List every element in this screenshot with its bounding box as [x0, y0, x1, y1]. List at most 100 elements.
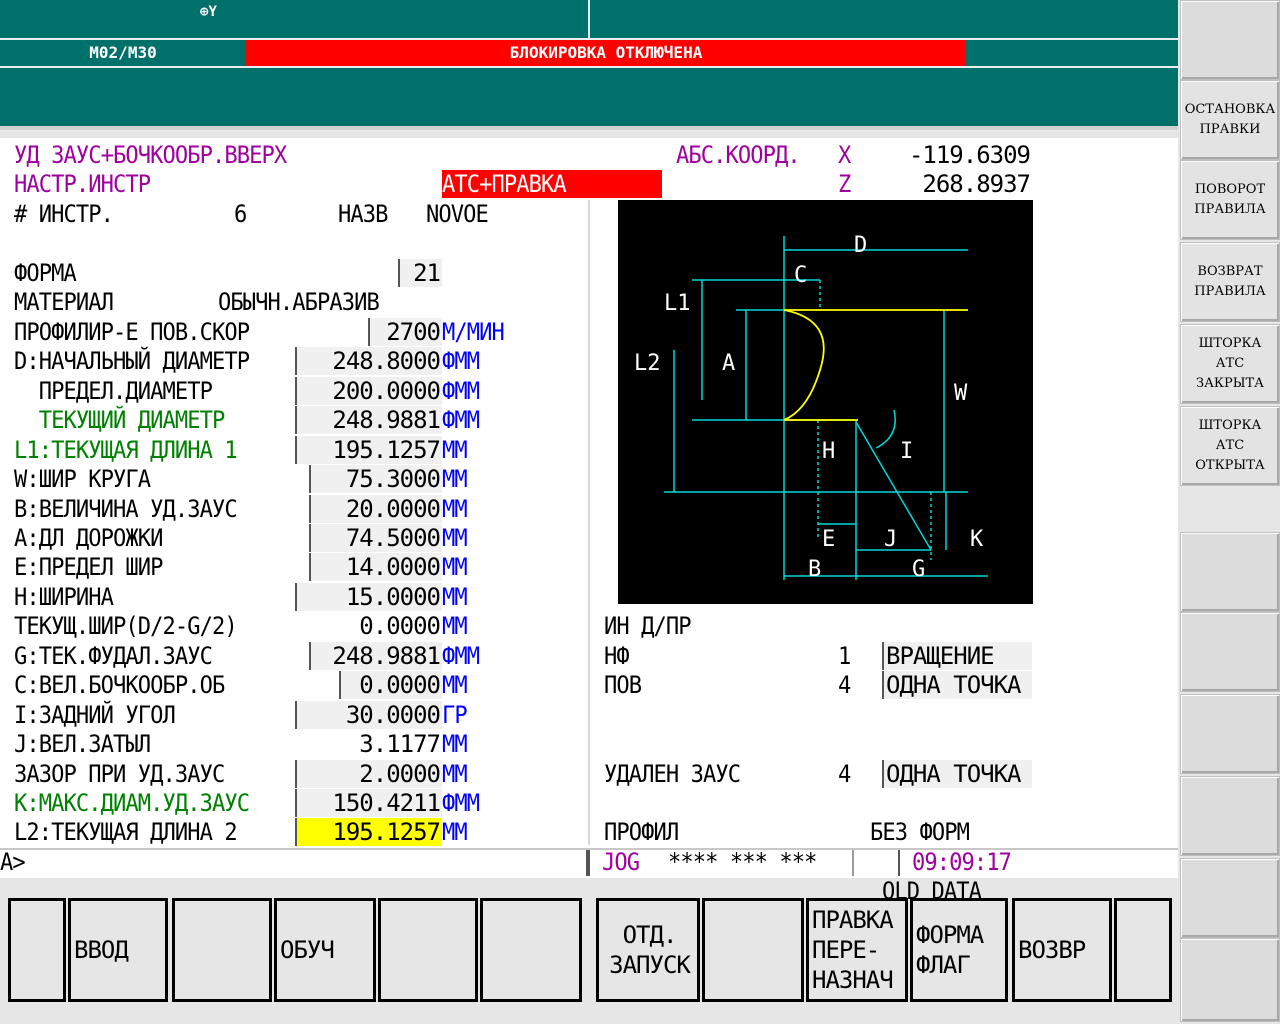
param-label: J:ВЕЛ.ЗАТЫЛ	[14, 730, 151, 758]
param-label: ФОРМА	[14, 259, 77, 287]
max-diameter-field[interactable]: 150.4211	[295, 789, 442, 817]
side-key-12[interactable]	[1180, 938, 1280, 1022]
tool-name-value: NOVOE	[426, 200, 489, 228]
initial-diameter-field[interactable]: 248.8000	[295, 347, 442, 375]
current-g-field[interactable]: 248.9881	[309, 642, 442, 670]
dim-label: E	[822, 527, 835, 552]
side-key-1[interactable]	[1180, 0, 1280, 80]
param-unit: ФММ	[442, 347, 480, 375]
x-coord-value: -119.6309	[908, 141, 1031, 169]
param-label: E:ПРЕДЕЛ ШИР	[14, 553, 163, 581]
dim-label: H	[822, 439, 835, 464]
softkey-12[interactable]	[1114, 898, 1172, 1002]
burr-removal-select[interactable]: ОДНА ТОЧКА	[882, 760, 1032, 788]
mode-tag-label: АТС+ПРАВКА	[442, 170, 567, 198]
param-unit: ММ	[442, 612, 468, 640]
program-mode: M02/M30	[89, 43, 157, 62]
param-label: ТЕКУЩ.ШИР(D/2-G/2)	[14, 612, 238, 640]
param-unit: М/МИН	[442, 318, 505, 346]
material-value[interactable]: ОБЫЧН.АБРАЗИВ	[218, 288, 380, 317]
param-unit: ГР	[442, 701, 468, 729]
softkey-teach[interactable]: ОБУЧ	[274, 898, 376, 1002]
dressing-info-title: ИН Д/ПР	[604, 612, 692, 640]
current-length1-field[interactable]: 195.1257	[295, 436, 442, 464]
burr-amount-field[interactable]: 20.0000	[309, 495, 442, 523]
z-coord-value: 268.8937	[922, 170, 1031, 198]
info-row-label: ПОВ	[604, 671, 642, 699]
side-key-stop-dressing[interactable]: ОСТАНОВКА ПРАВКИ	[1180, 80, 1280, 160]
param-unit: ММ	[442, 553, 468, 581]
softkey-8[interactable]	[702, 898, 804, 1002]
wheel-width-field[interactable]: 75.3000	[309, 465, 442, 493]
status-stars: **** *** ***	[668, 848, 817, 876]
softkey-return[interactable]: ВОЗВР	[1012, 898, 1112, 1002]
info-row-label: НФ	[604, 642, 630, 670]
side-key-10[interactable]	[1180, 776, 1280, 856]
param-label: L1:ТЕКУЩАЯ ДЛИНА 1	[14, 436, 238, 464]
current-diameter-field[interactable]: 248.9881	[295, 406, 442, 434]
dim-label: J	[884, 527, 897, 552]
command-prompt[interactable]: A>	[0, 848, 26, 877]
track-length-field[interactable]: 74.5000	[309, 524, 442, 552]
softkey-input[interactable]: ВВОД	[68, 898, 168, 1002]
current-length2-field[interactable]: 195.1257	[295, 818, 442, 846]
dim-label: B	[808, 557, 821, 582]
side-key-7[interactable]	[1180, 532, 1280, 612]
param-label: W:ШИР КРУГА	[14, 465, 151, 493]
tool-number-value: 6	[234, 200, 247, 228]
param-unit: ФММ	[442, 642, 480, 670]
width-h-field[interactable]: 15.0000	[295, 583, 442, 611]
operation-title: УД ЗАУС+БОЧКООБР.ВВЕРХ	[14, 141, 287, 169]
info-row-num: 4	[838, 760, 851, 788]
info-row-label: УДАЛЕН ЗАУС	[604, 760, 741, 788]
param-label: B:ВЕЛИЧИНА УД.ЗАУС	[14, 495, 238, 523]
softkey-3[interactable]	[172, 898, 272, 1002]
param-unit: ММ	[442, 465, 468, 493]
side-key-atc-shutter-closed[interactable]: ШТОРКА АТС ЗАКРЫТА	[1180, 324, 1280, 404]
param-label: ПРОФИЛИР-Е ПОВ.СКОР	[14, 318, 250, 346]
relief-value: 3.1177	[295, 730, 442, 758]
mode-tag: АТС+ПРАВКА	[442, 170, 662, 198]
param-label: A:ДЛ ДОРОЖКИ	[14, 524, 163, 552]
param-unit: ММ	[442, 730, 468, 758]
softkey-separate-start[interactable]: ОТД. ЗАПУСК	[596, 898, 700, 1002]
status-separator	[898, 850, 900, 876]
crown-amount-field[interactable]: 0.0000	[339, 671, 442, 699]
softkey-shape-flag[interactable]: ФОРМА ФЛАГ	[910, 898, 1008, 1002]
side-key-11[interactable]	[1180, 858, 1280, 938]
shape-field[interactable]: 21	[398, 259, 442, 287]
side-key-8[interactable]	[1180, 612, 1280, 692]
side-key-return-dresser[interactable]: ВОЗВРАТ ПРАВИЛА	[1180, 242, 1280, 322]
clearance-field[interactable]: 2.0000	[295, 760, 442, 788]
dim-label: D	[854, 233, 867, 258]
param-label: ЗАЗОР ПРИ УД.ЗАУС	[14, 760, 225, 788]
profile-label: ПРОФИЛ	[604, 818, 679, 846]
param-label: ПРЕДЕЛ.ДИАМЕТР	[14, 377, 213, 405]
dim-label: G	[912, 557, 925, 582]
lock-status-banner: БЛОКИРОВКА ОТКЛЮЧЕНА	[246, 40, 966, 66]
softkey-5[interactable]	[378, 898, 478, 1002]
softkey-1[interactable]	[8, 898, 66, 1002]
rotation-select[interactable]: ВРАЩЕНИЕ	[882, 642, 1032, 670]
param-unit: ММ	[442, 818, 468, 846]
status-header: ⊕Y M02/M30 БЛОКИРОВКА ОТКЛЮЧЕНА	[0, 0, 1178, 130]
side-key-rotate-dresser[interactable]: ПОВОРОТ ПРАВИЛА	[1180, 160, 1280, 240]
panel-divider	[588, 200, 590, 845]
limit-diameter-field[interactable]: 200.0000	[295, 377, 442, 405]
softkey-6[interactable]	[480, 898, 582, 1002]
param-label: ТЕКУЩИЙ ДИАМЕТР	[14, 406, 226, 434]
back-angle-field[interactable]: 30.0000	[295, 701, 442, 729]
surface-select[interactable]: ОДНА ТОЧКА	[882, 671, 1032, 699]
side-key-atc-shutter-open[interactable]: ШТОРКА АТС ОТКРЫТА	[1180, 406, 1280, 486]
dim-label: K	[970, 527, 984, 552]
param-label: МАТЕРИАЛ	[14, 288, 114, 316]
z-axis-label: Z	[838, 170, 851, 198]
profile-speed-field[interactable]: 2700	[368, 318, 442, 346]
side-key-9[interactable]	[1180, 694, 1280, 774]
softkey-dress-reassign[interactable]: ПРАВКА ПЕРЕ- НАЗНАЧ	[806, 898, 908, 1002]
screen-title: НАСТР.ИНСТР	[14, 170, 151, 198]
status-separator	[586, 850, 590, 876]
axis-indicator: ⊕Y	[200, 4, 217, 20]
param-label: L2:ТЕКУЩАЯ ДЛИНА 2	[14, 818, 238, 846]
width-limit-field[interactable]: 14.0000	[309, 553, 442, 581]
